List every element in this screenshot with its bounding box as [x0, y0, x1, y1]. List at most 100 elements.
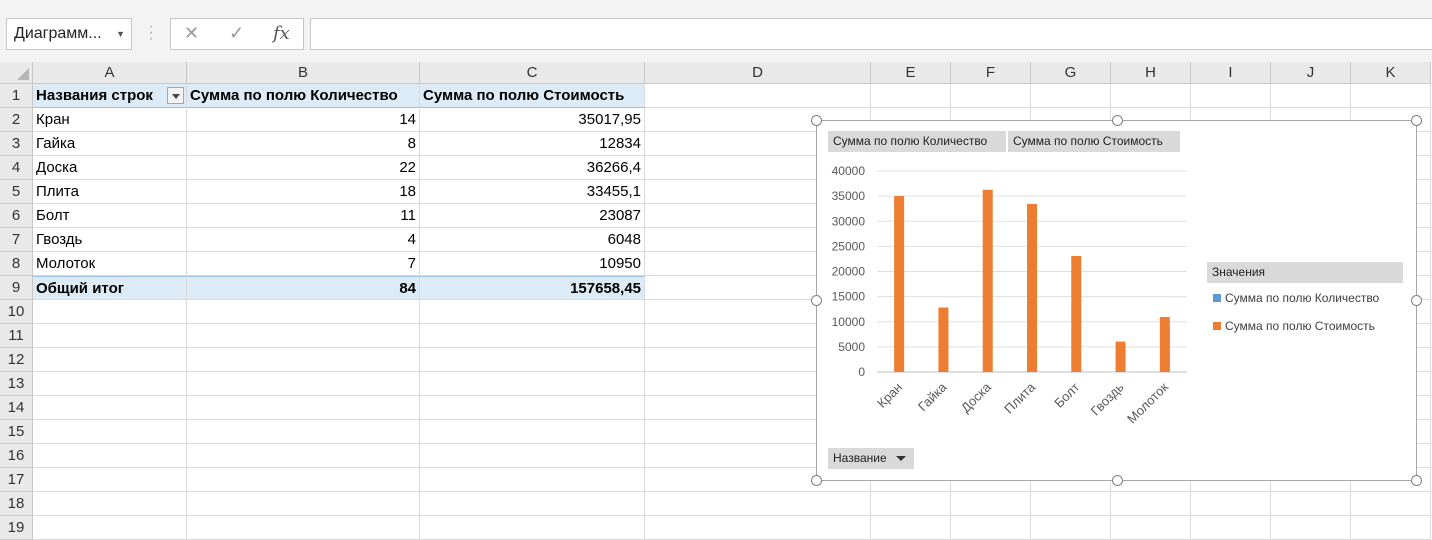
cell-d1[interactable] — [645, 84, 871, 108]
resize-handle[interactable] — [811, 475, 822, 486]
chart-axis-field-button[interactable]: Название — [828, 448, 914, 469]
cell-c7[interactable]: 6048 — [420, 228, 645, 252]
resize-handle[interactable] — [811, 295, 822, 306]
cell-g1[interactable] — [1031, 84, 1111, 108]
column-header-d[interactable]: D — [645, 62, 871, 84]
cell-b15[interactable] — [187, 420, 420, 444]
bar-cost[interactable] — [1160, 317, 1170, 372]
cell-c16[interactable] — [420, 444, 645, 468]
bar-cost[interactable] — [894, 196, 904, 372]
row-header-9[interactable]: 9 — [0, 276, 33, 300]
row-header-4[interactable]: 4 — [0, 156, 33, 180]
cell-a11[interactable] — [33, 324, 187, 348]
cell-a10[interactable] — [33, 300, 187, 324]
cell-b8[interactable]: 7 — [187, 252, 420, 276]
cell-i1[interactable] — [1191, 84, 1271, 108]
cell-a1[interactable]: Названия строк — [33, 84, 187, 108]
cell-f1[interactable] — [951, 84, 1031, 108]
check-icon[interactable]: ✓ — [229, 23, 244, 44]
cell-c13[interactable] — [420, 372, 645, 396]
row-header-3[interactable]: 3 — [0, 132, 33, 156]
bar-cost[interactable] — [938, 308, 948, 372]
cell-a3[interactable]: Гайка — [33, 132, 187, 156]
row-header-5[interactable]: 5 — [0, 180, 33, 204]
row-header-18[interactable]: 18 — [0, 492, 33, 516]
column-header-g[interactable]: G — [1031, 62, 1111, 84]
resize-handle[interactable] — [1112, 115, 1123, 126]
cell-h18[interactable] — [1111, 492, 1191, 516]
bar-cost[interactable] — [1027, 204, 1037, 372]
column-header-b[interactable]: B — [187, 62, 420, 84]
cell-c12[interactable] — [420, 348, 645, 372]
row-header-14[interactable]: 14 — [0, 396, 33, 420]
drag-handle-icon[interactable]: ··· — [147, 24, 155, 42]
column-header-k[interactable]: K — [1351, 62, 1431, 84]
cell-e1[interactable] — [871, 84, 951, 108]
cell-b3[interactable]: 8 — [187, 132, 420, 156]
cell-k19[interactable] — [1351, 516, 1431, 540]
row-header-17[interactable]: 17 — [0, 468, 33, 492]
cell-b18[interactable] — [187, 492, 420, 516]
bar-cost[interactable] — [1071, 256, 1081, 372]
row-header-12[interactable]: 12 — [0, 348, 33, 372]
cell-c3[interactable]: 12834 — [420, 132, 645, 156]
cell-c6[interactable]: 23087 — [420, 204, 645, 228]
cell-c17[interactable] — [420, 468, 645, 492]
cell-k18[interactable] — [1351, 492, 1431, 516]
bar-cost[interactable] — [1116, 342, 1126, 372]
column-header-f[interactable]: F — [951, 62, 1031, 84]
cell-a15[interactable] — [33, 420, 187, 444]
cell-c19[interactable] — [420, 516, 645, 540]
row-header-2[interactable]: 2 — [0, 108, 33, 132]
cell-a14[interactable] — [33, 396, 187, 420]
cell-c4[interactable]: 36266,4 — [420, 156, 645, 180]
cell-a6[interactable]: Болт — [33, 204, 187, 228]
cell-a7[interactable]: Гвоздь — [33, 228, 187, 252]
cell-a16[interactable] — [33, 444, 187, 468]
cell-b11[interactable] — [187, 324, 420, 348]
cell-c5[interactable]: 33455,1 — [420, 180, 645, 204]
row-header-7[interactable]: 7 — [0, 228, 33, 252]
cell-j18[interactable] — [1271, 492, 1351, 516]
cell-d18[interactable] — [645, 492, 871, 516]
column-header-j[interactable]: J — [1271, 62, 1351, 84]
cell-a9[interactable]: Общий итог — [33, 276, 187, 300]
insert-function-icon[interactable]: fx — [273, 23, 290, 44]
cell-b5[interactable]: 18 — [187, 180, 420, 204]
column-header-e[interactable]: E — [871, 62, 951, 84]
cell-b2[interactable]: 14 — [187, 108, 420, 132]
row-header-8[interactable]: 8 — [0, 252, 33, 276]
cell-a4[interactable]: Доска — [33, 156, 187, 180]
cell-c9[interactable]: 157658,45 — [420, 276, 645, 300]
cell-c1[interactable]: Сумма по полю Стоимость — [420, 84, 645, 108]
cell-f19[interactable] — [951, 516, 1031, 540]
cell-b9[interactable]: 84 — [187, 276, 420, 300]
cell-a19[interactable] — [33, 516, 187, 540]
legend-item-quantity[interactable]: Сумма по полю Количество — [1225, 291, 1379, 305]
cell-b16[interactable] — [187, 444, 420, 468]
row-header-13[interactable]: 13 — [0, 372, 33, 396]
cell-b17[interactable] — [187, 468, 420, 492]
cell-g18[interactable] — [1031, 492, 1111, 516]
cell-j19[interactable] — [1271, 516, 1351, 540]
cell-b14[interactable] — [187, 396, 420, 420]
column-header-a[interactable]: A — [33, 62, 187, 84]
cell-g19[interactable] — [1031, 516, 1111, 540]
cell-e19[interactable] — [871, 516, 951, 540]
resize-handle[interactable] — [1112, 475, 1123, 486]
row-header-1[interactable]: 1 — [0, 84, 33, 108]
column-header-c[interactable]: C — [420, 62, 645, 84]
row-header-15[interactable]: 15 — [0, 420, 33, 444]
legend-item-cost[interactable]: Сумма по полю Стоимость — [1225, 319, 1375, 333]
resize-handle[interactable] — [1411, 295, 1422, 306]
resize-handle[interactable] — [1411, 115, 1422, 126]
pivot-chart[interactable]: Сумма по полю Количество Сумма по полю С… — [816, 120, 1417, 481]
cell-a17[interactable] — [33, 468, 187, 492]
cell-b12[interactable] — [187, 348, 420, 372]
cell-c8[interactable]: 10950 — [420, 252, 645, 276]
cell-b7[interactable]: 4 — [187, 228, 420, 252]
cell-i19[interactable] — [1191, 516, 1271, 540]
formula-input[interactable] — [310, 18, 1432, 50]
cell-c14[interactable] — [420, 396, 645, 420]
cell-a8[interactable]: Молоток — [33, 252, 187, 276]
